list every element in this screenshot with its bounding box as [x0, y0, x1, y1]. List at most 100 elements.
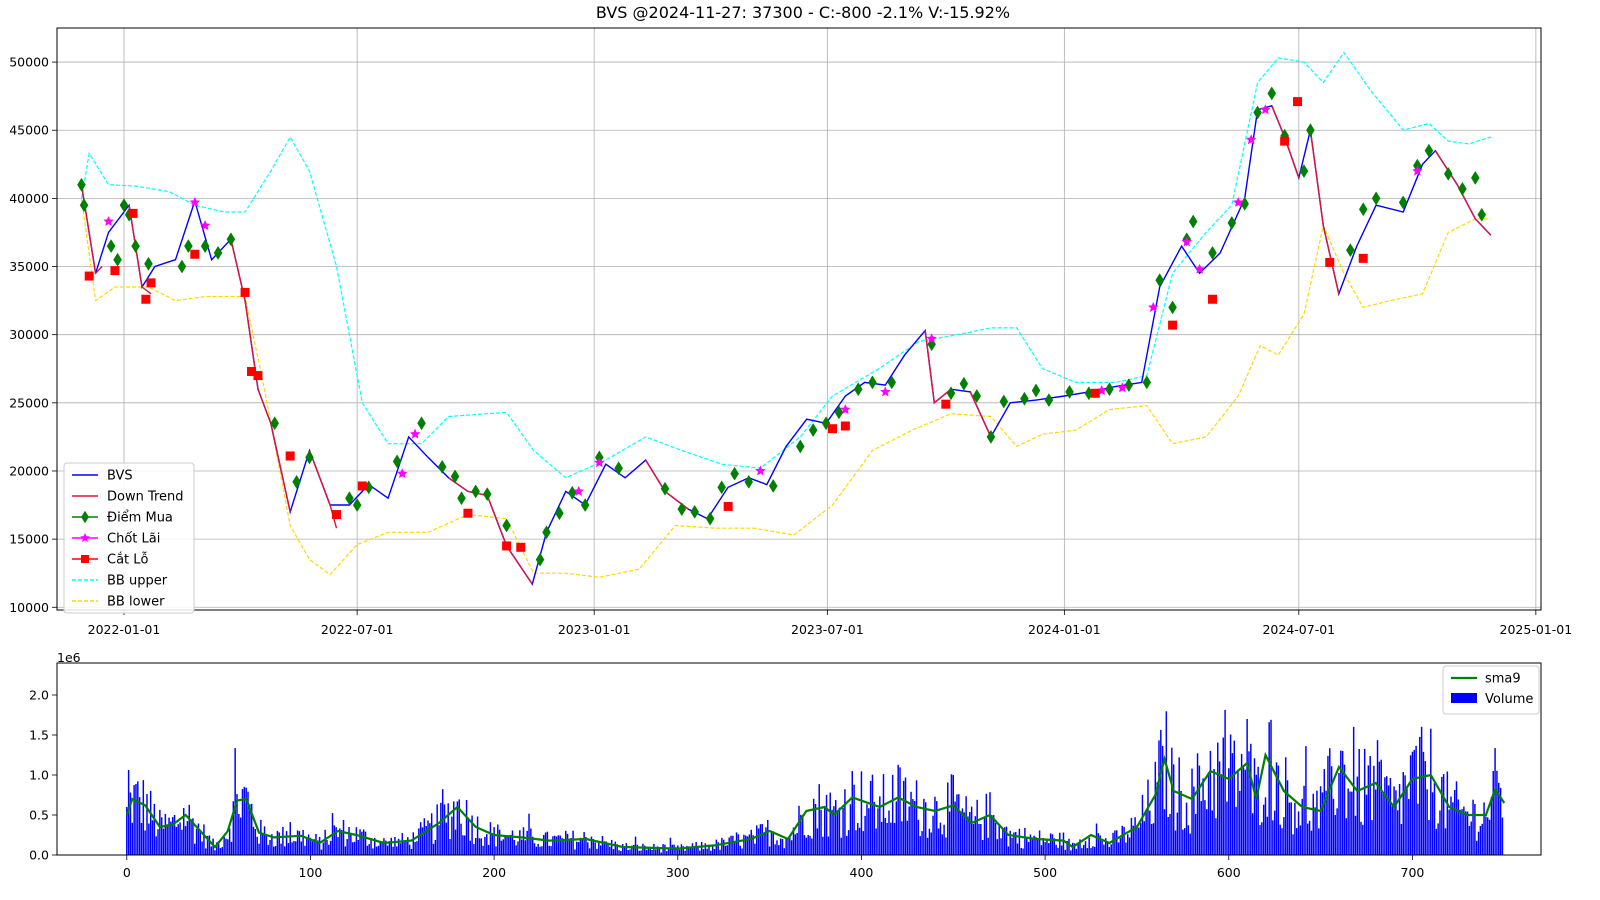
volume-legend: sma9 Volume [1442, 665, 1540, 715]
volume-bar [526, 830, 528, 855]
volume-bar [871, 774, 874, 855]
volume-bar [1246, 719, 1248, 855]
volume-bar [1160, 729, 1162, 855]
volume-bar [491, 833, 494, 855]
volume-bar [978, 823, 980, 855]
volume-bar [651, 850, 653, 855]
volume-bar [1400, 824, 1403, 855]
volume-bar [272, 846, 275, 855]
volume-bar [1088, 837, 1090, 855]
volume-bar [965, 796, 967, 855]
volume-bar [1305, 746, 1307, 855]
volume-bar [519, 830, 521, 855]
volume-bar [1457, 799, 1460, 855]
volume-bar [1167, 817, 1169, 855]
volume-bar [897, 764, 899, 855]
volume-bar [520, 839, 523, 855]
volume-bar [677, 845, 679, 855]
volume-x-tick-label: 600 [1217, 865, 1241, 880]
volume-bar [383, 838, 385, 855]
volume-bar [1354, 815, 1357, 855]
volume-bar [612, 849, 615, 855]
volume-bar [1215, 818, 1217, 855]
volume-bar [1191, 768, 1193, 855]
volume-bar [1466, 811, 1469, 855]
volume-bar [847, 830, 850, 855]
volume-bar [798, 805, 800, 855]
volume-bar [849, 804, 852, 855]
volume-bar [803, 835, 806, 855]
volume-bar [1020, 848, 1022, 855]
volume-bar [785, 838, 787, 855]
volume-bar [1452, 802, 1454, 855]
volume-bar [1046, 838, 1048, 855]
volume-bar [579, 837, 582, 855]
volume-bar [1268, 722, 1270, 855]
volume-bar [879, 796, 881, 855]
volume-bar [653, 843, 655, 855]
volume-bar [976, 799, 978, 855]
volume-bar [713, 849, 716, 855]
volume-bar [1376, 740, 1379, 855]
volume-bar [550, 846, 552, 855]
volume-bar [638, 850, 640, 855]
volume-bar [1070, 850, 1072, 855]
volume-bar [596, 848, 598, 855]
volume-bar [1279, 824, 1281, 855]
volume-bar [1437, 823, 1439, 855]
volume-bar [1341, 751, 1344, 855]
volume-bar [399, 843, 402, 855]
volume-bar [1351, 791, 1353, 855]
volume-bar [181, 829, 183, 855]
volume-bar [370, 839, 372, 855]
volume-bar [1477, 831, 1480, 855]
volume-bar [1430, 728, 1432, 855]
volume-bar [1319, 786, 1322, 855]
cut-loss-marker [128, 208, 138, 218]
chart-title: BVS @2024-11-27: 37300 - C:-800 -2.1% V:… [596, 3, 1010, 22]
volume-bar [361, 831, 363, 855]
cut-loss-marker [146, 278, 156, 288]
volume-bar [706, 848, 708, 855]
volume-bar [1284, 757, 1287, 855]
volume-bar [1415, 745, 1417, 855]
volume-bar [563, 841, 565, 855]
volume-bar [1378, 761, 1381, 855]
volume-bar [311, 841, 314, 855]
volume-bar [730, 835, 732, 855]
volume-bar [1064, 849, 1067, 855]
volume-bar [853, 784, 855, 855]
volume-bar [621, 844, 624, 855]
volume-bar [190, 819, 192, 855]
volume-bar [1082, 844, 1085, 855]
volume-bar [1114, 830, 1116, 855]
volume-bar [759, 824, 762, 855]
volume-bar [1297, 811, 1300, 855]
volume-bar [1200, 801, 1202, 855]
volume-bar [280, 843, 282, 855]
volume-bar [1501, 817, 1504, 855]
volume-bar [950, 774, 953, 855]
volume-bar [456, 801, 459, 855]
volume-bar [884, 818, 887, 855]
volume-bar [994, 822, 997, 855]
volume-bar [1060, 845, 1063, 855]
volume-bar [377, 845, 380, 855]
volume-bar [1093, 846, 1096, 855]
volume-bar [1048, 843, 1050, 855]
volume-bar [386, 845, 389, 855]
volume-bar [666, 851, 668, 855]
volume-bar [875, 828, 877, 855]
volume-bar [1479, 826, 1482, 855]
volume-bar [1349, 791, 1351, 855]
volume-bar [772, 831, 775, 855]
volume-bar [1117, 842, 1120, 855]
volume-bar [1128, 837, 1131, 855]
volume-bar [827, 836, 830, 855]
volume-bar [1321, 792, 1324, 855]
volume-bar [337, 837, 339, 855]
volume-y-tick-label: 0.5 [29, 808, 49, 823]
volume-bar [1220, 774, 1223, 855]
volume-bar [671, 844, 674, 855]
volume-bar [1253, 758, 1256, 855]
